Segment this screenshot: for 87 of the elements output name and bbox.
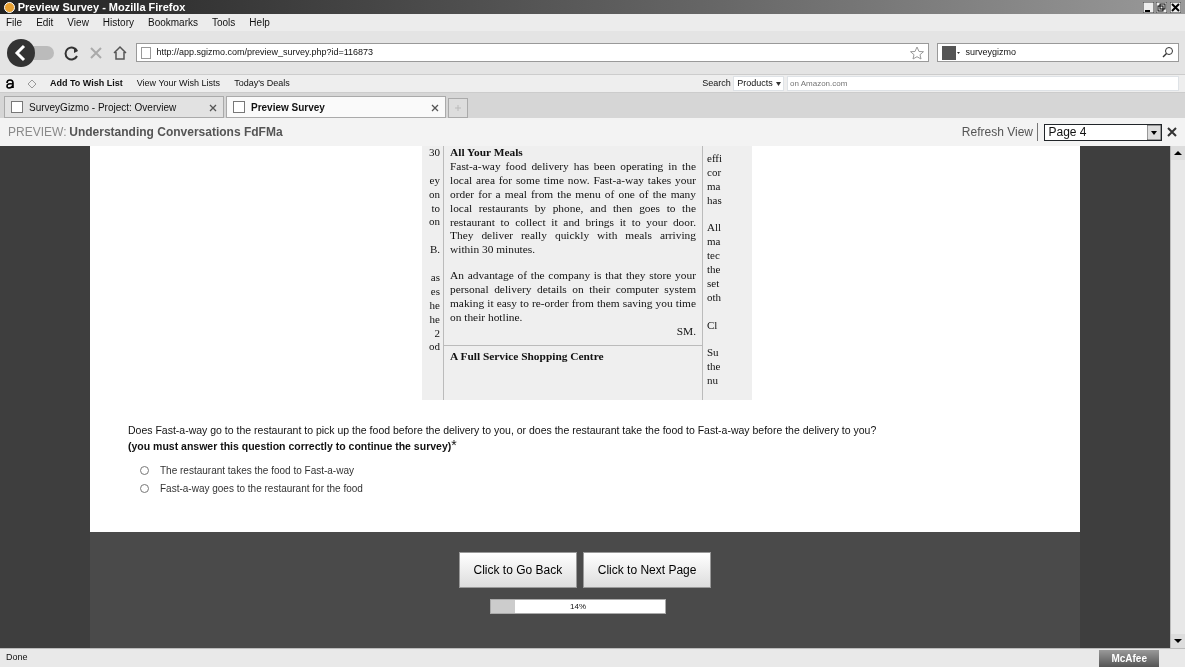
toolbar-link[interactable]: Add To Wish List [50, 76, 123, 91]
tab-label: SurveyGizmo - Project: Overview [29, 100, 177, 115]
browser-tab[interactable]: Preview Survey [226, 96, 446, 118]
text-fragment: B. [428, 243, 440, 258]
survey-title: Understanding Conversations FdFMa [69, 124, 283, 141]
reload-icon[interactable] [64, 44, 80, 61]
addon-button[interactable]: McAfee [1099, 649, 1159, 667]
text-fragment: cor [707, 165, 723, 180]
minimize-icon[interactable] [1142, 1, 1154, 13]
text-fragment: ma [707, 179, 722, 194]
search-icon[interactable] [1162, 46, 1174, 59]
text-fragment: to [430, 201, 440, 216]
text-fragment: es [429, 284, 440, 299]
text-fragment: od [428, 340, 440, 355]
progress-label: 14% [569, 601, 587, 613]
required-mark: * [451, 438, 457, 451]
menu-item[interactable]: View [67, 15, 89, 30]
page-icon [141, 46, 151, 59]
close-icon[interactable] [431, 103, 439, 112]
search-label: Search [702, 76, 731, 90]
text-fragment: effi [707, 152, 724, 166]
menu-item[interactable]: History [102, 15, 134, 30]
option-label[interactable]: The restaurant takes the food to Fast-a-way [160, 463, 354, 478]
text-fragment: Su [707, 346, 720, 361]
scroll-down-icon[interactable] [1171, 634, 1185, 648]
firefox-icon [4, 1, 15, 13]
article-heading: All Your Meals [450, 146, 524, 160]
scroll-up-icon[interactable] [1171, 146, 1185, 160]
search-field[interactable]: on Amazon.com [787, 76, 1179, 91]
text-fragment: tec [707, 249, 721, 264]
page-select[interactable]: Page 4 [1043, 123, 1162, 141]
refresh-link[interactable]: Refresh View [961, 123, 1038, 141]
text-fragment: on [428, 187, 440, 202]
scrollbar[interactable] [1170, 146, 1185, 648]
text-fragment: 2 [433, 326, 440, 341]
preview-label: PREVIEW: [8, 124, 67, 141]
caret-icon [775, 81, 781, 86]
question-text: Does Fast-a-way go to the restaurant to pick up the food before the delivery to you, or does the restaurant take the food to Fast-a-way before the delivery to you? [128, 423, 878, 438]
back-icon[interactable] [6, 37, 56, 68]
text-fragment: the [707, 263, 722, 277]
option-label[interactable]: Fast-a-way goes to the restaurant for the food [160, 481, 363, 496]
tab-label: Preview Survey [251, 100, 325, 115]
window-title: Preview Survey - Mozilla Firefox [17, 0, 186, 15]
browser-tab[interactable]: SurveyGizmo - Project: Overview [4, 96, 224, 118]
toolbar-link[interactable]: View Your Wish Lists [136, 76, 221, 91]
text-fragment: oth [707, 290, 723, 305]
dropdown-arrow-icon [1146, 125, 1161, 141]
text-fragment: nu [707, 374, 719, 389]
text-fragment: ey [428, 173, 440, 188]
nav-button[interactable]: Click to Next Page [582, 552, 712, 588]
text-fragment: he [428, 298, 440, 313]
text-fragment: as [429, 271, 440, 285]
engine-icon [942, 45, 960, 60]
text-fragment: on [428, 215, 440, 230]
menu-item[interactable]: Edit [36, 15, 54, 30]
toolbar-link[interactable]: Today's Deals [234, 76, 290, 91]
article-heading: A Full Service Shopping Centre [450, 349, 605, 364]
menu-item[interactable]: Tools [212, 15, 236, 30]
amazon-logo-icon[interactable] [6, 78, 14, 89]
page-icon [11, 101, 23, 113]
article-paragraph: An advantage of the company is that they store your personal delivery details on their computer system making it easy to re-order from them saving you time on their hotline. [450, 269, 696, 325]
text-fragment: 30 [428, 146, 440, 160]
text-fragment: All [707, 221, 723, 236]
text-fragment: set [707, 277, 721, 291]
category-dropdown[interactable]: Products [733, 75, 785, 92]
text-fragment: has [707, 193, 723, 208]
restore-icon[interactable] [1156, 1, 1168, 13]
address-field[interactable]: http://app.sgizmo.com/preview_survey.php?id=116873 [136, 43, 929, 62]
text-fragment: ma [707, 235, 722, 250]
close-icon[interactable] [1167, 127, 1177, 137]
signature: SM. [675, 324, 696, 339]
star-icon[interactable] [910, 45, 924, 60]
search-field[interactable]: surveygizmo [937, 43, 1179, 62]
status-text: Done [6, 651, 28, 665]
close-icon[interactable] [1170, 1, 1181, 13]
nav-button[interactable]: Click to Go Back [458, 552, 578, 588]
menu-item[interactable]: Bookmarks [148, 15, 198, 30]
text-fragment: the [707, 360, 722, 375]
diamond-icon [28, 79, 36, 88]
page-icon [233, 101, 245, 113]
article-paragraph: Fast-a-way food delivery has been operating in the local area for some time now. Fast-a-way takes your order for a meal from the menu of one of the many local restaurants by phone, and then goes to the restaurant to collect it and brings it to your door. They deliver really quickly with meals arriving within 30 minutes. [450, 159, 696, 258]
text-fragment: Cl [707, 318, 719, 333]
text-fragment: he [428, 312, 440, 327]
menu-item[interactable]: File [6, 15, 23, 30]
question-note: (you must answer this question correctly to continue the survey) [128, 438, 452, 454]
menu-item[interactable]: Help [249, 15, 270, 30]
home-icon[interactable] [112, 44, 128, 61]
